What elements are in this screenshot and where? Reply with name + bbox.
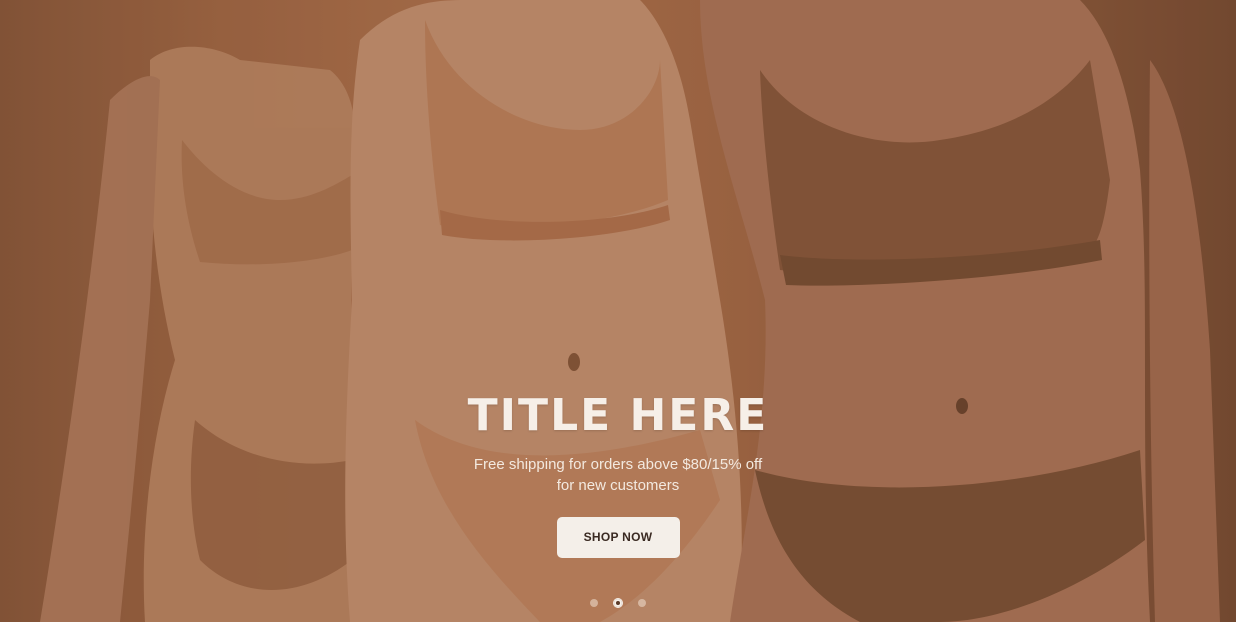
hero-subtitle: Free shipping for orders above $80/15% o…	[473, 456, 763, 494]
shop-now-button[interactable]: SHOP NOW	[556, 517, 680, 558]
hero-title: TITLE HERE	[467, 390, 769, 441]
hero-content: TITLE HERE Free shipping for orders abov…	[0, 388, 1236, 558]
carousel-dot-1[interactable]	[590, 599, 598, 607]
carousel-dot-3[interactable]	[638, 599, 646, 607]
carousel-pagination	[0, 596, 1236, 610]
hero-banner: TITLE HERE Free shipping for orders abov…	[0, 0, 1236, 622]
carousel-dot-2-active[interactable]	[613, 598, 623, 608]
